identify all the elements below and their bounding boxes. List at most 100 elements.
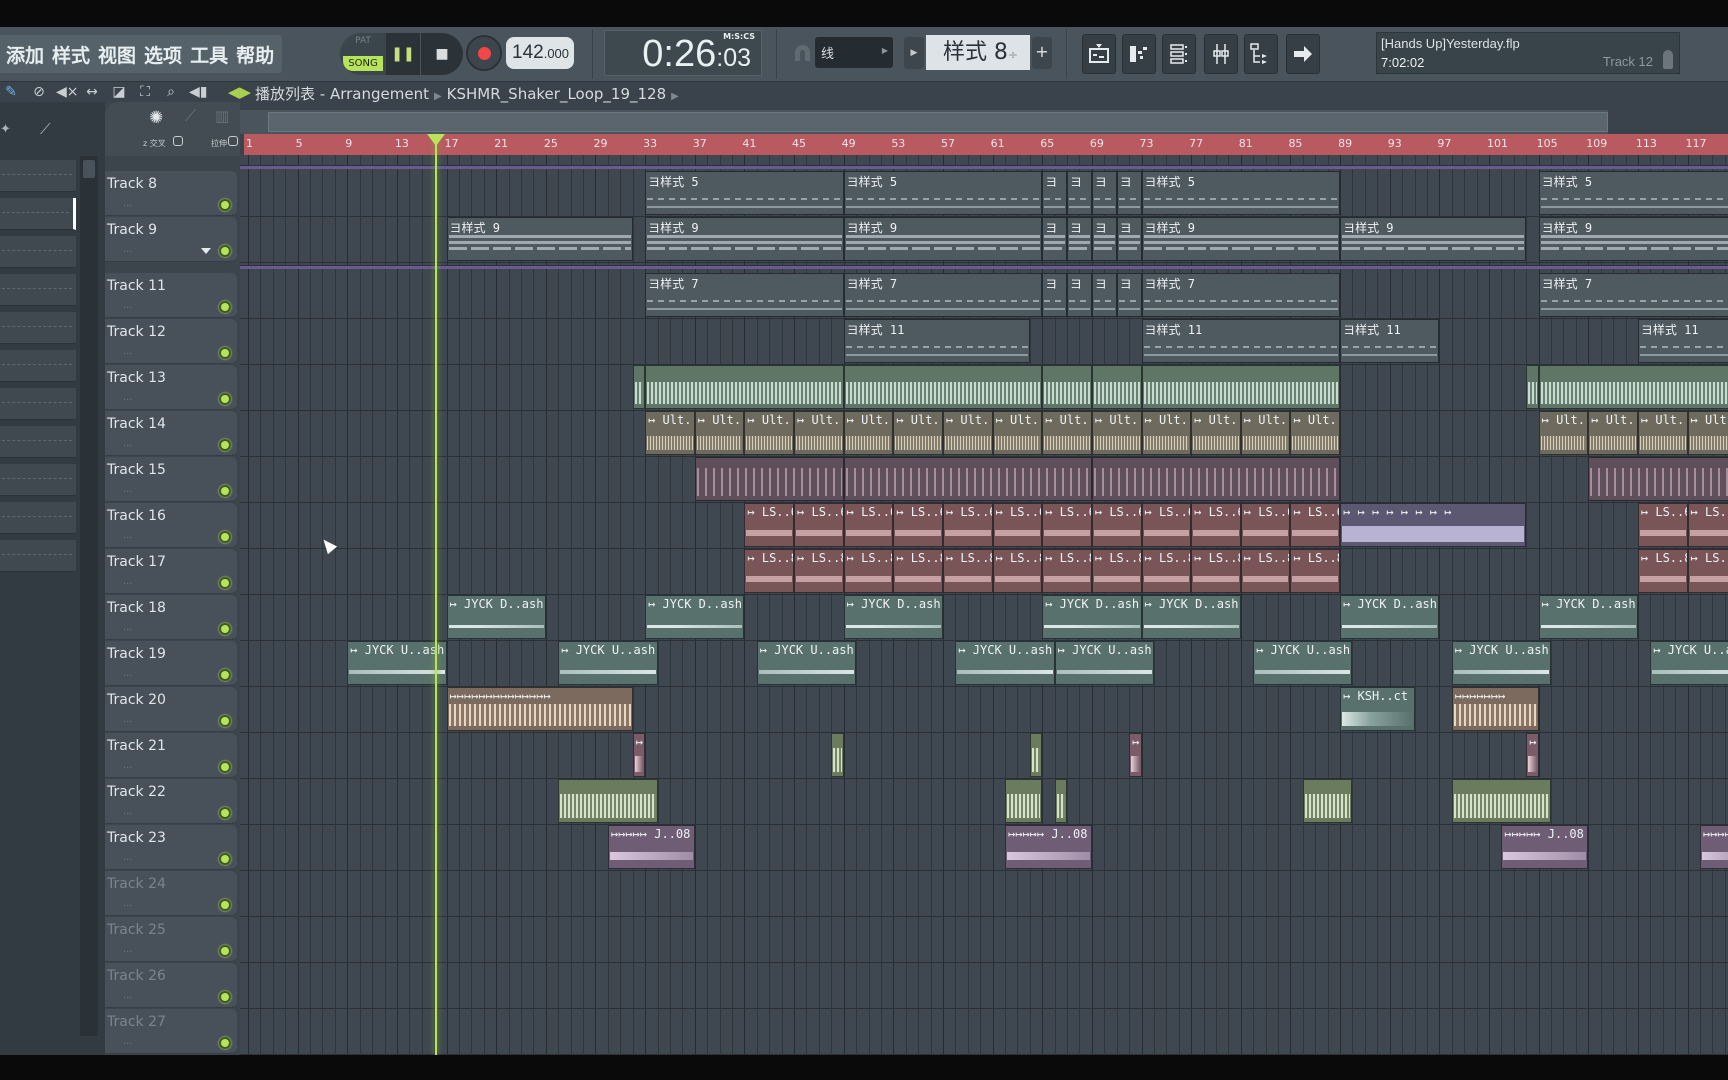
playlist-clip[interactable]: ↦ Ult.. — [1290, 411, 1341, 455]
playlist-clip[interactable]: ヨ — [1042, 273, 1068, 317]
snap-selector[interactable]: 线 ▶ — [815, 37, 893, 68]
track-name[interactable]: Track 26 — [107, 968, 166, 984]
track-enable-led[interactable] — [219, 347, 231, 359]
playlist-clip[interactable]: ↦ LS..6 — [1240, 503, 1291, 547]
playlist-clip[interactable]: ↦ LS..8 — [1687, 549, 1728, 593]
playlist-clip[interactable]: ヨ样式 7 — [843, 273, 1043, 317]
playlist-clip[interactable]: ヨ样式 9 — [1340, 217, 1527, 261]
playlist-clip[interactable]: ↦ LS..8 — [1042, 549, 1092, 593]
playlist-clip[interactable]: ヨ — [1116, 171, 1142, 215]
track-name[interactable]: Track 8 — [107, 176, 157, 192]
track-enable-led[interactable] — [219, 531, 231, 543]
track-header[interactable]: Track 21... — [105, 733, 237, 778]
playlist-clip[interactable]: ↦↦↦↦↦ J..08 — [1005, 825, 1092, 869]
timeline-ruler[interactable]: 1 5 9 13 17 21 25 29 33 37 41 45 49 53 57 61 65 69 73 77 81 8… — [244, 134, 1728, 155]
track-name[interactable]: Track 13 — [107, 370, 166, 386]
track-header[interactable]: Track 17... — [105, 549, 237, 594]
track-more-icon[interactable]: ... — [123, 530, 133, 541]
playlist-clip[interactable]: ↦↦↦↦↦ J..08 — [607, 825, 695, 869]
track-enable-led[interactable] — [219, 761, 231, 773]
playlist-clip[interactable]: ↦ Ult.. — [1141, 411, 1192, 455]
playlist-clip[interactable]: ↦ LS..8 — [942, 549, 993, 593]
link-icon[interactable]: ⟋ — [185, 106, 196, 126]
menu-add[interactable]: 添加 — [6, 41, 44, 68]
menu-options[interactable]: 选项 — [144, 41, 182, 68]
playlist-clip[interactable]: ヨ样式 7 — [1538, 273, 1728, 317]
playlist-clip[interactable]: ↦ JYCK D..ash 11 — [1538, 595, 1638, 639]
track-name[interactable]: Track 21 — [107, 738, 166, 754]
playlist-clip[interactable]: ↦ LS..8 — [1240, 549, 1291, 593]
piano-roll-button[interactable] — [1122, 34, 1156, 74]
stretch-checkbox[interactable] — [228, 136, 238, 146]
playlist-clip[interactable] — [1054, 779, 1068, 823]
pattern-thumb[interactable] — [0, 160, 76, 192]
track-enable-led[interactable] — [219, 439, 231, 451]
playlist-clip[interactable]: ↦↦↦↦↦↦↦↦↦↦↦↦↦↦ — [446, 687, 633, 731]
playlist-clip[interactable]: ↦ JYCK U..ash 12 — [1451, 641, 1552, 685]
track-more-icon[interactable]: ... — [123, 198, 133, 209]
playlist-clip[interactable]: ↦ LS..6 — [1091, 503, 1142, 547]
playlist-clip[interactable]: ↦ LS..8 — [992, 549, 1043, 593]
playlist-clip[interactable]: ↦ — [1526, 733, 1539, 777]
track-name[interactable]: Track 17 — [107, 554, 166, 570]
pattern-thumb[interactable] — [0, 312, 76, 344]
playlist-clip[interactable] — [1451, 779, 1552, 823]
playlist-clip[interactable]: ヨ样式 9 — [446, 217, 633, 261]
playlist-clip[interactable]: ↦ JYCK D..ash 11 — [843, 595, 943, 639]
waveform-icon[interactable]: ✺ — [149, 108, 163, 128]
playlist-clip[interactable]: ↦ — [1129, 733, 1142, 777]
breadcrumb-item[interactable]: KSHMR_Shaker_Loop_19_128 — [447, 85, 666, 103]
playlist-clip[interactable]: ヨ — [1067, 273, 1092, 317]
playlist-clip[interactable]: ↦ Ult.. — [694, 411, 745, 455]
track-header[interactable]: Track 13... — [105, 365, 237, 410]
dropdown-arrow-icon[interactable] — [201, 248, 211, 254]
playlist-clip[interactable]: ↦ LS..6 — [1042, 503, 1092, 547]
playlist-clip[interactable]: ↦ JYCK U..ash 12 — [1253, 641, 1353, 685]
pattern-prev-button[interactable]: ▶ — [904, 37, 924, 69]
playlist-clip[interactable]: ヨ — [1067, 217, 1092, 261]
track-name[interactable]: Track 9 — [107, 222, 157, 238]
track-enable-led[interactable] — [219, 301, 231, 313]
track-more-icon[interactable]: ... — [123, 944, 133, 955]
pattern-thumb[interactable] — [0, 464, 76, 496]
playlist-clip[interactable]: ヨ样式 5 — [1141, 171, 1341, 215]
playlist-clip[interactable]: ヨ样式 11 — [1340, 319, 1440, 363]
playlist-clip[interactable]: ヨ — [1091, 273, 1117, 317]
playlist-clip[interactable]: ヨ — [1067, 171, 1092, 215]
playlist-clip[interactable]: ヨ样式 5 — [1538, 171, 1728, 215]
playlist-clip[interactable]: ↦ Ult.. — [645, 411, 695, 455]
automation-link-icon[interactable]: ⟋ — [40, 120, 51, 138]
track-header[interactable]: Track 24... — [105, 871, 237, 916]
pattern-thumb[interactable] — [0, 274, 76, 306]
playlist-clip[interactable] — [1091, 365, 1142, 409]
playlist-clip[interactable] — [1005, 779, 1043, 823]
next-window-button[interactable] — [1286, 34, 1320, 74]
track-enable-led[interactable] — [219, 899, 231, 911]
speaker-icon[interactable]: ◀▶ — [228, 83, 251, 101]
playlist-clip[interactable]: ↦ Ult.. — [1538, 411, 1589, 455]
mixer-button[interactable] — [1204, 34, 1238, 74]
track-more-icon[interactable]: ... — [123, 852, 133, 863]
playlist-clip[interactable]: ヨ样式 9 — [1141, 217, 1341, 261]
track-name[interactable]: Track 12 — [107, 324, 166, 340]
track-header[interactable]: Track 14... — [105, 411, 237, 456]
track-more-icon[interactable]: ... — [123, 484, 133, 495]
playlist-clip[interactable] — [843, 457, 1092, 501]
track-header[interactable]: Track 12... — [105, 319, 237, 364]
picker-scrollbar[interactable] — [80, 156, 98, 1036]
record-button[interactable] — [466, 35, 502, 71]
picker-tool-icon[interactable]: ✦ — [0, 122, 11, 137]
playlist-clip[interactable]: ↦ LS..8 — [1290, 549, 1341, 593]
tempo-field[interactable]: 142.000 — [506, 37, 574, 69]
playlist-clip[interactable]: ヨ样式 11 — [1141, 319, 1341, 363]
track-enable-led[interactable] — [219, 669, 231, 681]
playlist-clip[interactable]: ↦ LS..6 — [1141, 503, 1192, 547]
track-more-icon[interactable]: ... — [123, 668, 133, 679]
track-header[interactable]: Track 16... — [105, 503, 237, 548]
track-name[interactable]: Track 27 — [107, 1014, 166, 1030]
track-more-icon[interactable]: ... — [123, 1036, 133, 1047]
playlist-clip[interactable]: ヨ样式 7 — [645, 273, 844, 317]
playlist-clip[interactable]: ↦ JYCK U..ash 12 — [756, 641, 857, 685]
track-name[interactable]: Track 22 — [107, 784, 166, 800]
playlist-clip[interactable]: ↦ LS..6 — [1191, 503, 1241, 547]
